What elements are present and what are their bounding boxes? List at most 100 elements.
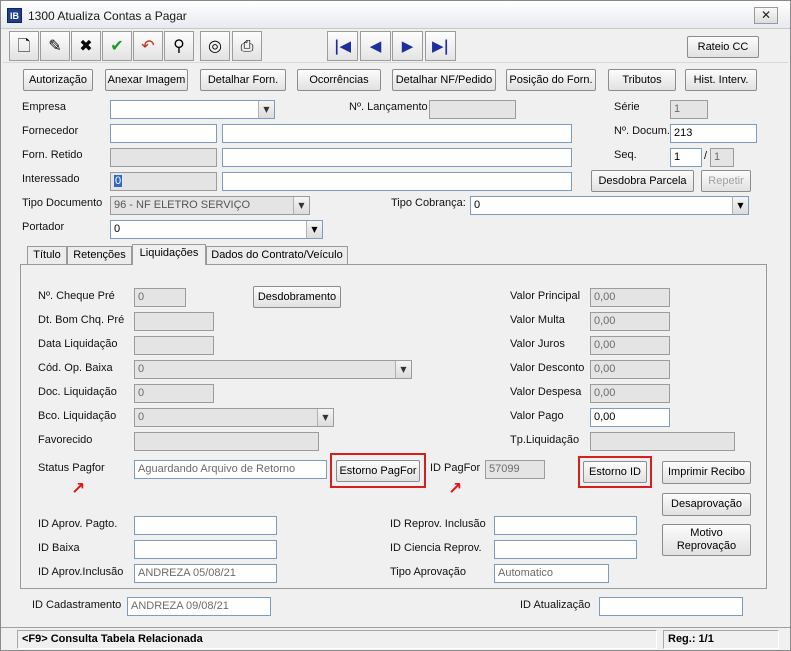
- data-liquidacao-field[interactable]: [134, 336, 214, 355]
- chevron-down-icon[interactable]: ▼: [395, 361, 411, 378]
- detalhar-fornecedor-button[interactable]: Detalhar Forn.: [200, 69, 286, 91]
- new-document-icon[interactable]: 🗋: [9, 31, 39, 61]
- edit-icon[interactable]: ✎: [40, 31, 70, 61]
- lancamento-field[interactable]: [429, 100, 516, 119]
- interessado-name-field[interactable]: [222, 172, 572, 191]
- tp-liquidacao-field[interactable]: [590, 432, 735, 451]
- fornecedor-code-field[interactable]: [110, 124, 217, 143]
- status-hint: <F9> Consulta Tabela Relacionada: [17, 630, 657, 649]
- doc-liquidacao-field[interactable]: 0: [134, 384, 214, 403]
- valor-desconto-label: Valor Desconto: [510, 362, 585, 374]
- seq-total-field[interactable]: 1: [710, 148, 734, 167]
- id-baixa-field[interactable]: [134, 540, 277, 559]
- tab-titulo[interactable]: Título: [27, 246, 67, 265]
- id-ciencia-reprov-field[interactable]: [494, 540, 637, 559]
- documento-field[interactable]: 213: [670, 124, 757, 143]
- dt-bom-chq-field[interactable]: [134, 312, 214, 331]
- chevron-down-icon[interactable]: ▼: [732, 197, 748, 214]
- portador-combo[interactable]: 0 ▼: [110, 220, 323, 239]
- status-bar: <F9> Consulta Tabela Relacionada Reg.: 1…: [1, 627, 790, 650]
- cheque-pre-field[interactable]: 0: [134, 288, 186, 307]
- desdobra-parcela-button[interactable]: Desdobra Parcela: [591, 170, 694, 192]
- chevron-down-icon[interactable]: ▼: [258, 101, 274, 118]
- valor-juros-label: Valor Juros: [510, 338, 565, 350]
- tipo-cobranca-combo[interactable]: 0 ▼: [470, 196, 749, 215]
- cod-op-baixa-label: Cód. Op. Baixa: [38, 362, 113, 374]
- empresa-label: Empresa: [22, 101, 67, 113]
- id-reprov-inclusao-field[interactable]: [494, 516, 637, 535]
- search-icon[interactable]: ⚲: [164, 31, 194, 61]
- detalhar-nf-pedido-button[interactable]: Detalhar NF/Pedido: [392, 69, 496, 91]
- title-bar: IB 1300 Atualiza Contas a Pagar ✕: [1, 1, 790, 29]
- tab-retencoes[interactable]: Retenções: [67, 246, 132, 265]
- red-arrow-icon: ↗: [71, 479, 86, 499]
- repetir-button[interactable]: Repetir: [701, 170, 751, 192]
- fornecedor-label: Fornecedor: [22, 125, 79, 137]
- valor-juros-field[interactable]: 0,00: [590, 336, 670, 355]
- portador-label: Portador: [22, 221, 65, 233]
- undo-icon[interactable]: ↶: [133, 31, 163, 61]
- valor-multa-field[interactable]: 0,00: [590, 312, 670, 331]
- forn-retido-code-field[interactable]: [110, 148, 217, 167]
- id-aprov-inclusao-field[interactable]: ANDREZA 05/08/21: [134, 564, 277, 583]
- forn-retido-name-field[interactable]: [222, 148, 572, 167]
- id-cadastramento-field[interactable]: ANDREZA 09/08/21: [127, 597, 271, 616]
- id-atualizacao-label: ID Atualização: [520, 599, 591, 611]
- posicao-fornecedor-button[interactable]: Posição do Forn.: [506, 69, 596, 91]
- fornecedor-name-field[interactable]: [222, 124, 572, 143]
- id-aprov-pagto-field[interactable]: [134, 516, 277, 535]
- favorecido-field[interactable]: [134, 432, 319, 451]
- valor-principal-field[interactable]: 0,00: [590, 288, 670, 307]
- close-window-button[interactable]: ✕: [754, 7, 778, 24]
- chevron-down-icon[interactable]: ▼: [306, 221, 322, 238]
- hist-interv-button[interactable]: Hist. Interv.: [685, 69, 757, 91]
- last-record-button[interactable]: ▶|: [425, 31, 456, 61]
- motivo-reprovacao-button[interactable]: Motivo Reprovação: [662, 524, 751, 556]
- rateio-cc-button[interactable]: Rateio CC: [687, 36, 759, 58]
- first-record-button[interactable]: |◀: [327, 31, 358, 61]
- autorizacao-button[interactable]: Autorização: [23, 69, 93, 91]
- id-atualizacao-field[interactable]: [599, 597, 743, 616]
- desdobramento-button[interactable]: Desdobramento: [253, 286, 341, 308]
- id-pagfor-field[interactable]: 57099: [485, 460, 545, 479]
- serie-field[interactable]: 1: [670, 100, 708, 119]
- previous-record-button[interactable]: ◀: [360, 31, 391, 61]
- confirm-icon[interactable]: ✔: [102, 31, 132, 61]
- empresa-combo[interactable]: ▼: [110, 100, 275, 119]
- tributos-button[interactable]: Tributos: [608, 69, 676, 91]
- estorno-pagfor-button[interactable]: Estorno PagFor: [336, 460, 420, 482]
- tab-liquidacoes[interactable]: Liquidações: [132, 244, 206, 265]
- ocorrencias-button[interactable]: Ocorrências: [297, 69, 381, 91]
- id-aprov-pagto-label: ID Aprov. Pagto.: [38, 518, 118, 530]
- id-pagfor-label: ID PagFor: [430, 462, 481, 474]
- next-record-button[interactable]: ▶: [392, 31, 423, 61]
- delete-icon[interactable]: ✖: [71, 31, 101, 61]
- id-baixa-label: ID Baixa: [38, 542, 80, 554]
- desaprovacao-button[interactable]: Desaprovação: [662, 493, 751, 516]
- imprimir-recibo-button[interactable]: Imprimir Recibo: [662, 461, 751, 484]
- bco-liquidacao-combo[interactable]: 0 ▼: [134, 408, 334, 427]
- tab-dados-contrato-veiculo[interactable]: Dados do Contrato/Veículo: [206, 246, 348, 265]
- tipo-aprovacao-field[interactable]: Automatico: [494, 564, 609, 583]
- chevron-down-icon[interactable]: ▼: [317, 409, 333, 426]
- print-icon[interactable]: ⎙: [232, 31, 262, 61]
- valor-desconto-field[interactable]: 0,00: [590, 360, 670, 379]
- anexar-imagem-button[interactable]: Anexar Imagem: [105, 69, 188, 91]
- valor-multa-label: Valor Multa: [510, 314, 565, 326]
- main-window: IB 1300 Atualiza Contas a Pagar ✕ 🗋 ✎ ✖ …: [0, 0, 791, 651]
- filter-icon[interactable]: ◎: [200, 31, 230, 61]
- valor-pago-field[interactable]: 0,00: [590, 408, 670, 427]
- valor-despesa-field[interactable]: 0,00: [590, 384, 670, 403]
- interessado-code-field[interactable]: 0: [110, 172, 217, 191]
- id-cadastramento-label: ID Cadastramento: [32, 599, 122, 611]
- cod-op-baixa-combo[interactable]: 0 ▼: [134, 360, 412, 379]
- chevron-down-icon[interactable]: ▼: [293, 197, 309, 214]
- status-pagfor-field[interactable]: Aguardando Arquivo de Retorno: [134, 460, 327, 479]
- id-ciencia-reprov-label: ID Ciencia Reprov.: [390, 542, 482, 554]
- seq-field[interactable]: 1: [670, 148, 702, 167]
- dt-bom-chq-label: Dt. Bom Chq. Pré: [38, 314, 125, 326]
- documento-label: Nº. Docum.: [614, 125, 670, 137]
- estorno-id-button[interactable]: Estorno ID: [583, 461, 647, 483]
- tipo-documento-combo[interactable]: 96 - NF ELETRO SERVIÇO ▼: [110, 196, 310, 215]
- valor-principal-label: Valor Principal: [510, 290, 581, 302]
